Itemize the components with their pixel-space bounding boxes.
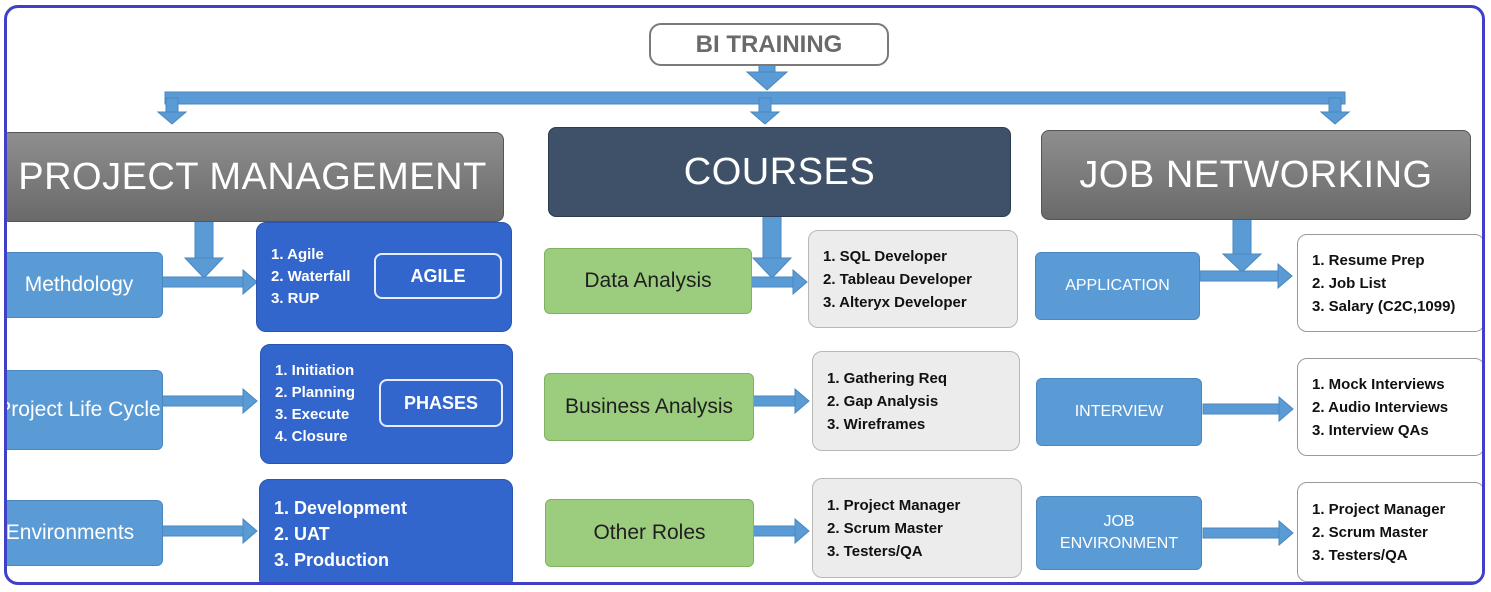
connector-job-row2	[1202, 403, 1284, 415]
courses-business-analysis-box: Business Analysis	[544, 373, 754, 441]
connector-courses-row3	[752, 525, 800, 537]
courses-header: COURSES	[548, 127, 1011, 217]
job-interview-box: INTERVIEW	[1036, 378, 1202, 446]
connector-pm-down	[194, 217, 214, 264]
connector-courses-row1-arrow	[792, 268, 808, 296]
courses-data-analysis-list: 1. SQL Developer 2. Tableau Developer 3.…	[808, 230, 1018, 328]
job-networking-header: JOB NETWORKING	[1041, 130, 1471, 220]
connector-job-row3	[1202, 527, 1284, 539]
list-item: 3. Execute	[275, 406, 350, 423]
connector-job-row3-arrow	[1278, 519, 1294, 547]
courses-other-roles-list: 1. Project Manager 2. Scrum Master 3. Te…	[812, 478, 1022, 578]
connector-pm-row3-arrow	[242, 517, 258, 545]
list-item: 1. SQL Developer	[823, 247, 947, 265]
pm-methodology-box: Methdology	[7, 252, 163, 318]
list-item: 1. Development	[274, 498, 408, 518]
connector-pm-row2-arrow	[242, 387, 258, 415]
connector-top-arrow	[745, 71, 789, 91]
list-item: 2. UAT	[274, 524, 330, 544]
list-item: 3. Wireframes	[827, 415, 926, 433]
job-application-list: 1. Resume Prep 2. Job List 3. Salary (C2…	[1297, 234, 1482, 332]
connector-job-row1	[1199, 270, 1283, 282]
connector-job-down	[1232, 215, 1252, 259]
list-item: 1. Initiation	[275, 362, 355, 379]
courses-other-roles-box: Other Roles	[545, 499, 754, 567]
diagram-frame: BI TRAINING PROJECT MANAGEMENT COURSES J…	[4, 5, 1485, 585]
connector-courses-row2	[752, 395, 800, 407]
list-item: 2. Scrum Master	[1312, 523, 1428, 541]
connector-courses-row3-arrow	[794, 517, 810, 545]
job-application-box: APPLICATION	[1035, 252, 1200, 320]
courses-data-analysis-box: Data Analysis	[544, 248, 752, 314]
list-item: 3. RUP	[271, 290, 320, 307]
list-item: 3. Interview QAs	[1312, 421, 1429, 439]
pm-environments-list: 1. Development 2. UAT 3. Production	[259, 479, 513, 582]
pm-methodology-list: 1. Agile 2. Waterfall 3. RUP AGILE	[256, 222, 512, 332]
list-item: 3. Alteryx Developer	[823, 293, 967, 311]
list-item: 1. Project Manager	[1312, 500, 1446, 518]
connector-drop-left-arrow	[156, 111, 188, 125]
list-item: 3. Testers/QA	[827, 542, 923, 560]
list-item: 1. Gathering Req	[827, 369, 948, 387]
connector-pm-row3	[161, 525, 249, 537]
job-environment-list: 1. Project Manager 2. Scrum Master 3. Te…	[1297, 482, 1482, 582]
agile-tag: AGILE	[374, 253, 502, 299]
list-item: 2. Scrum Master	[827, 519, 943, 537]
list-item: 2. Waterfall	[271, 268, 351, 285]
connector-pm-row2	[161, 395, 249, 407]
courses-business-analysis-list: 1. Gathering Req 2. Gap Analysis 3. Wire…	[812, 351, 1020, 451]
connector-drop-center-arrow	[749, 111, 781, 125]
list-item: 3. Salary (C2C,1099)	[1312, 297, 1456, 315]
bi-training-title: BI TRAINING	[649, 23, 889, 66]
list-item: 2. Job List	[1312, 274, 1387, 292]
job-interview-list: 1. Mock Interviews 2. Audio Interviews 3…	[1297, 358, 1482, 456]
list-item: 1. Agile	[271, 246, 324, 263]
job-environment-box: JOB ENVIRONMENT	[1036, 496, 1202, 570]
pm-lifecycle-list: 1. Initiation 2. Planning 3. Execute 4. …	[260, 344, 513, 464]
list-item: 4. Closure	[275, 428, 348, 445]
connector-pm-row1-arrow	[242, 268, 258, 296]
list-item: 1. Project Manager	[827, 496, 961, 514]
list-item: 2. Tableau Developer	[823, 270, 972, 288]
pm-environments-box: Environments	[7, 500, 163, 566]
connector-courses-row2-arrow	[794, 387, 810, 415]
connector-pm-row1	[161, 276, 249, 288]
connector-branch-bar	[164, 91, 1346, 105]
connector-courses-row1	[750, 276, 798, 288]
connector-courses-down	[762, 212, 782, 264]
connector-courses-down-arrow	[751, 257, 793, 279]
connector-job-row1-arrow	[1277, 262, 1293, 290]
connector-drop-right-arrow	[1319, 111, 1351, 125]
list-item: 2. Gap Analysis	[827, 392, 939, 410]
list-item: 1. Mock Interviews	[1312, 375, 1445, 393]
list-item: 1. Resume Prep	[1312, 251, 1425, 269]
phases-tag: PHASES	[379, 379, 503, 427]
connector-job-row2-arrow	[1278, 395, 1294, 423]
connector-job-down-arrow	[1221, 253, 1263, 273]
list-item: 3. Production	[274, 550, 390, 570]
pm-lifecycle-box: Project Life Cycle	[7, 370, 163, 450]
project-management-header: PROJECT MANAGEMENT	[7, 132, 504, 222]
list-item: 2. Audio Interviews	[1312, 398, 1449, 416]
list-item: 2. Planning	[275, 384, 356, 401]
connector-pm-down-arrow	[183, 257, 225, 279]
list-item: 3. Testers/QA	[1312, 546, 1408, 564]
